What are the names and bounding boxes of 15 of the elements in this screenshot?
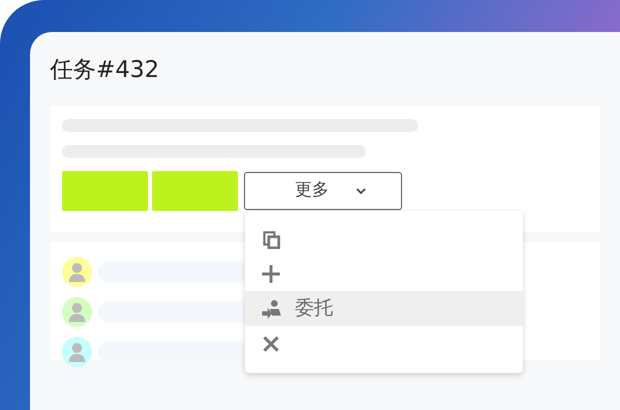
menu-item[interactable]: 委托 <box>245 291 523 326</box>
person-icon <box>68 262 86 282</box>
task-title: 任务#432 <box>50 56 160 85</box>
action-button[interactable] <box>152 171 238 211</box>
copy-icon <box>261 228 281 248</box>
close-icon <box>261 334 281 354</box>
more-button[interactable]: 更多 <box>244 172 402 210</box>
action-button[interactable] <box>62 171 148 211</box>
person-icon <box>68 302 86 322</box>
person-icon <box>68 342 86 362</box>
menu-item[interactable] <box>245 326 523 361</box>
add-icon <box>261 264 281 284</box>
menu-item[interactable] <box>245 256 523 291</box>
chevron-down-icon <box>355 187 367 195</box>
person-arrow-icon <box>261 298 281 318</box>
